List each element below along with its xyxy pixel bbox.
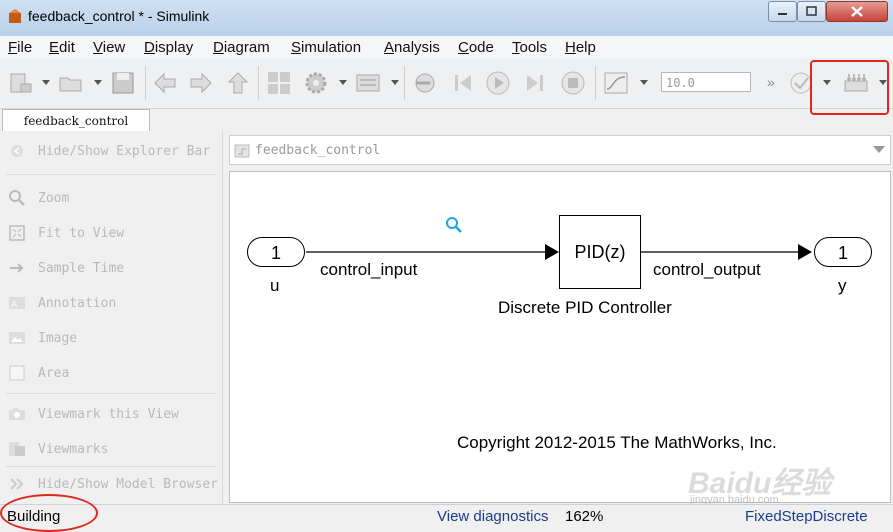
pid-block-name[interactable]: Discrete PID Controller	[498, 298, 672, 318]
scope-icon[interactable]	[603, 70, 629, 96]
view-diagnostics-link[interactable]: View diagnostics	[437, 508, 548, 525]
inport-name: u	[270, 276, 280, 295]
menu-display[interactable]: Display	[144, 39, 193, 56]
minimize-icon	[778, 13, 787, 15]
menu-help[interactable]: Help	[565, 39, 596, 56]
close-icon	[851, 6, 863, 17]
settings-dropdown-caret[interactable]	[339, 80, 347, 85]
annotation-icon: A	[9, 297, 25, 310]
palette-divider	[6, 393, 216, 394]
model-icon	[234, 144, 250, 158]
zoom-icon	[9, 190, 25, 206]
palette-label: Annotation	[38, 296, 117, 311]
run-icon[interactable]	[485, 70, 511, 96]
explorer-dropdown-caret[interactable]	[391, 80, 399, 85]
close-button[interactable]	[826, 1, 888, 22]
outport-name: y	[838, 276, 847, 295]
open-folder-icon[interactable]	[58, 70, 84, 96]
menu-edit[interactable]: Edit	[49, 39, 75, 56]
palette-sidebar: Hide/Show Explorer Bar Zoom Fit to View …	[0, 131, 223, 504]
explorer-bar-icon	[11, 145, 23, 157]
maximize-button[interactable]	[797, 1, 826, 22]
menu-bar: File Edit View Display Diagram Simulatio…	[0, 36, 893, 58]
palette-label: Viewmark this View	[38, 407, 179, 422]
viewmarks-icon	[9, 442, 25, 456]
open-dropdown-caret[interactable]	[94, 80, 102, 85]
area-icon	[9, 365, 25, 381]
palette-label: Viewmarks	[38, 442, 109, 457]
save-icon[interactable]	[110, 70, 136, 96]
toolbar-overflow[interactable]: »	[767, 74, 775, 90]
menu-diagram[interactable]: Diagram	[213, 39, 270, 56]
stop-icon[interactable]	[560, 70, 586, 96]
menu-file[interactable]: File	[8, 39, 32, 56]
tab-feedback-control[interactable]: feedback_control	[2, 109, 150, 132]
new-model-icon[interactable]	[8, 70, 34, 96]
scope-dropdown-caret[interactable]	[640, 80, 648, 85]
palette-divider	[6, 174, 216, 175]
toolbar-separator	[258, 66, 259, 100]
status-highlight-ellipse	[0, 494, 98, 532]
outport-block[interactable]: 1	[814, 237, 872, 267]
signal-label-output[interactable]: control_output	[653, 260, 761, 280]
palette-label: Sample Time	[38, 261, 125, 276]
up-arrow-icon[interactable]	[225, 70, 251, 96]
palette-label: Hide/Show Model Browser	[38, 477, 219, 492]
simulink-app-icon	[9, 9, 21, 23]
toolbar: »	[0, 58, 893, 109]
copyright-annotation: Copyright 2012-2015 The MathWorks, Inc.	[457, 433, 777, 452]
palette-label: Area	[38, 366, 70, 381]
minimize-button[interactable]	[768, 1, 797, 22]
gear-icon[interactable]	[303, 70, 329, 96]
palette-divider	[6, 466, 216, 467]
arrowhead-output	[798, 244, 812, 260]
palette-label: Fit to View	[38, 226, 125, 241]
window-title: feedback_control * - Simulink	[28, 8, 210, 24]
menu-tools[interactable]: Tools	[512, 39, 547, 56]
chevron-down-icon[interactable]	[873, 146, 885, 154]
forward-arrow-icon[interactable]	[188, 70, 214, 96]
back-arrow-icon[interactable]	[152, 70, 178, 96]
arrowhead-input	[545, 244, 559, 260]
signal-label-input[interactable]: control_input	[320, 260, 417, 280]
breadcrumb-path: feedback_control	[255, 143, 381, 158]
step-backward-icon[interactable]	[450, 70, 476, 96]
image-icon	[9, 332, 25, 344]
new-dropdown-caret[interactable]	[42, 80, 50, 85]
library-browser-icon[interactable]	[266, 70, 292, 96]
svg-text:A: A	[11, 300, 18, 310]
menu-simulation[interactable]: Simulation	[291, 39, 361, 56]
toolbar-separator	[595, 66, 596, 100]
pid-controller-block[interactable]: PID(z)	[559, 215, 641, 289]
fit-to-view-icon	[9, 225, 25, 241]
palette-label: Zoom	[38, 191, 70, 206]
maximize-icon	[806, 6, 817, 16]
zoom-level: 162%	[565, 508, 604, 525]
sample-time-icon	[10, 263, 24, 273]
menu-view[interactable]: View	[93, 39, 125, 56]
toolbar-separator	[145, 66, 146, 100]
camera-icon	[9, 408, 25, 420]
palette-label: Image	[38, 331, 78, 346]
menu-code[interactable]: Code	[458, 39, 494, 56]
step-back-icon[interactable]	[412, 70, 438, 96]
menu-analysis[interactable]: Analysis	[384, 39, 440, 56]
inport-block[interactable]: 1	[247, 237, 305, 267]
explorer-icon[interactable]	[355, 70, 381, 96]
toolbar-separator	[404, 66, 405, 100]
build-button-highlight	[810, 60, 889, 115]
palette-label: Hide/Show Explorer Bar	[38, 144, 211, 159]
solver-link[interactable]: FixedStepDiscrete	[745, 508, 868, 525]
zoom-cursor-icon	[446, 217, 462, 233]
stop-time-input[interactable]: 10.0	[661, 72, 751, 92]
step-forward-icon[interactable]	[522, 70, 548, 96]
model-browser-icon	[10, 478, 24, 490]
